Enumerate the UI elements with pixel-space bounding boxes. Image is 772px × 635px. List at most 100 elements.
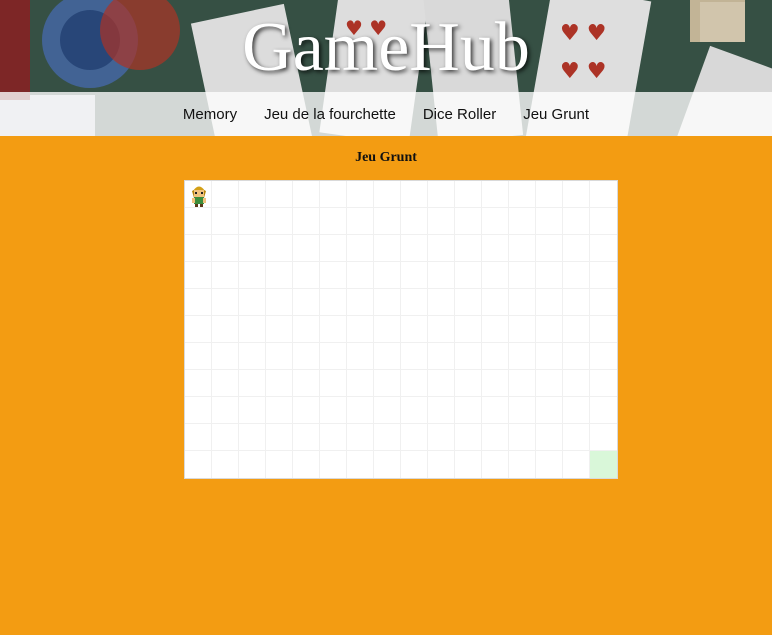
grid-cell[interactable]	[347, 208, 374, 235]
grid-cell[interactable]	[401, 451, 428, 478]
grid-cell[interactable]	[509, 397, 536, 424]
grid-cell[interactable]	[293, 262, 320, 289]
grid-cell[interactable]	[482, 316, 509, 343]
grid-cell[interactable]	[428, 316, 455, 343]
grid-cell[interactable]	[482, 451, 509, 478]
grid-cell[interactable]	[347, 451, 374, 478]
grid-cell[interactable]	[401, 181, 428, 208]
grid-cell[interactable]	[401, 289, 428, 316]
grid-cell[interactable]	[563, 397, 590, 424]
grid-cell[interactable]	[590, 424, 617, 451]
grid-cell[interactable]	[590, 262, 617, 289]
grid-cell[interactable]	[212, 181, 239, 208]
grid-cell[interactable]	[239, 370, 266, 397]
grid-cell[interactable]	[482, 424, 509, 451]
grid-cell[interactable]	[320, 316, 347, 343]
grid-cell[interactable]	[482, 181, 509, 208]
grid-cell[interactable]	[212, 235, 239, 262]
grid-cell[interactable]	[320, 262, 347, 289]
grid-cell[interactable]	[536, 289, 563, 316]
grid-cell[interactable]	[293, 424, 320, 451]
grid-cell[interactable]	[482, 397, 509, 424]
grid-cell[interactable]	[563, 235, 590, 262]
grid-cell[interactable]	[185, 424, 212, 451]
grid-cell[interactable]	[455, 397, 482, 424]
grid-cell[interactable]	[401, 235, 428, 262]
grid-cell[interactable]	[266, 451, 293, 478]
grid-cell[interactable]	[536, 451, 563, 478]
grid-cell[interactable]	[509, 316, 536, 343]
grid-cell[interactable]	[347, 370, 374, 397]
grid-cell[interactable]	[590, 235, 617, 262]
grid-cell[interactable]	[266, 208, 293, 235]
grid-cell[interactable]	[563, 181, 590, 208]
grid-cell[interactable]	[482, 289, 509, 316]
grid-cell[interactable]	[293, 451, 320, 478]
grid-cell[interactable]	[374, 208, 401, 235]
grid-cell[interactable]	[185, 316, 212, 343]
grid-cell[interactable]	[563, 343, 590, 370]
grid-cell[interactable]	[482, 343, 509, 370]
grid-cell[interactable]	[401, 262, 428, 289]
grid-cell[interactable]	[320, 397, 347, 424]
grid-cell[interactable]	[428, 370, 455, 397]
grid-cell[interactable]	[293, 370, 320, 397]
grid-cell[interactable]	[239, 424, 266, 451]
nav-link-dice-roller[interactable]: Dice Roller	[423, 106, 496, 123]
grid-cell[interactable]	[266, 370, 293, 397]
nav-link-jeu-de-la-fourchette[interactable]: Jeu de la fourchette	[264, 106, 396, 123]
grid-cell[interactable]	[509, 208, 536, 235]
grid-cell[interactable]	[590, 316, 617, 343]
grid-cell[interactable]	[239, 289, 266, 316]
nav-link-jeu-grunt[interactable]: Jeu Grunt	[523, 106, 589, 123]
grid-cell[interactable]	[455, 370, 482, 397]
grid-cell[interactable]	[455, 451, 482, 478]
grid-cell[interactable]	[185, 262, 212, 289]
grid-cell[interactable]	[563, 289, 590, 316]
grid-cell[interactable]	[293, 235, 320, 262]
grid-cell[interactable]	[482, 208, 509, 235]
grid-cell[interactable]	[185, 343, 212, 370]
grid-cell[interactable]	[239, 181, 266, 208]
grid-cell[interactable]	[374, 343, 401, 370]
grid-cell[interactable]	[401, 397, 428, 424]
grid-cell[interactable]	[509, 370, 536, 397]
grid-cell[interactable]	[374, 424, 401, 451]
grid-cell[interactable]	[374, 451, 401, 478]
grid-cell[interactable]	[536, 316, 563, 343]
grid-cell[interactable]	[536, 343, 563, 370]
grid-cell[interactable]	[320, 343, 347, 370]
grid-cell[interactable]	[185, 370, 212, 397]
goal-cell[interactable]	[590, 451, 617, 478]
grid-cell[interactable]	[590, 208, 617, 235]
grid-cell[interactable]	[455, 343, 482, 370]
grid-cell[interactable]	[293, 289, 320, 316]
grid-cell[interactable]	[266, 397, 293, 424]
grid-cell[interactable]	[428, 289, 455, 316]
grid-cell[interactable]	[428, 451, 455, 478]
grid-cell[interactable]	[293, 208, 320, 235]
grid-cell[interactable]	[239, 397, 266, 424]
grid-cell[interactable]	[590, 397, 617, 424]
grid-cell[interactable]	[590, 181, 617, 208]
grid-cell[interactable]	[293, 181, 320, 208]
grid-cell[interactable]	[293, 397, 320, 424]
grid-cell[interactable]	[482, 370, 509, 397]
grid-cell[interactable]	[401, 208, 428, 235]
grid-cell[interactable]	[212, 370, 239, 397]
grid-cell[interactable]	[401, 370, 428, 397]
grid-cell[interactable]	[347, 181, 374, 208]
grid-cell[interactable]	[347, 343, 374, 370]
grid-cell[interactable]	[185, 397, 212, 424]
grid-cell[interactable]	[320, 208, 347, 235]
grid-cell[interactable]	[185, 451, 212, 478]
grid-cell[interactable]	[536, 208, 563, 235]
grid-cell[interactable]	[239, 208, 266, 235]
grid-cell[interactable]	[563, 208, 590, 235]
grid-cell[interactable]	[509, 451, 536, 478]
grid-cell[interactable]	[509, 424, 536, 451]
grid-cell[interactable]	[428, 397, 455, 424]
grid-cell[interactable]	[590, 343, 617, 370]
grid-cell[interactable]	[509, 289, 536, 316]
grid-cell[interactable]	[266, 424, 293, 451]
